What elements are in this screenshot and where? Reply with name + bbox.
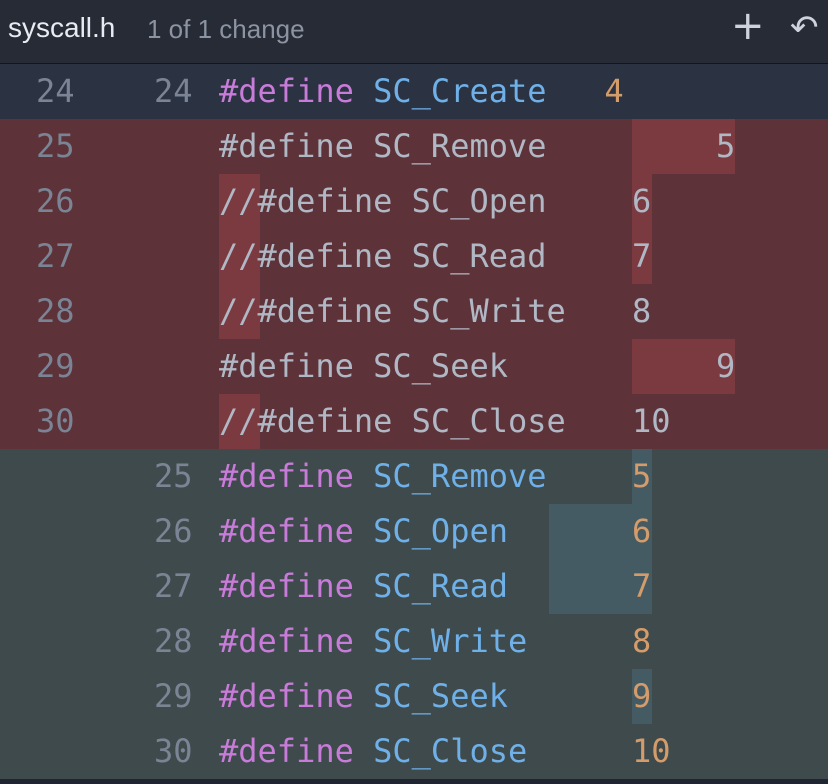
code-line: #define SC_Remove: [219, 449, 547, 504]
code-line: #define SC_Close: [219, 724, 527, 779]
added-line: 29 #define SC_Seek 9: [0, 669, 828, 724]
file-name: syscall.h: [8, 12, 116, 43]
old-line-number: 30: [36, 402, 75, 440]
removed-line: 26 //#define SC_Open 6: [0, 174, 828, 229]
value: 7: [632, 567, 652, 605]
old-line-number: 27: [36, 237, 75, 275]
new-line-number: 25: [154, 457, 193, 495]
new-line-number: 26: [154, 512, 193, 550]
value: 8: [632, 292, 652, 330]
keyword: #define: [219, 732, 354, 770]
keyword: #define: [219, 622, 354, 660]
keyword: #define: [219, 512, 354, 550]
added-line: 26 #define SC_Open 6: [0, 504, 828, 559]
new-line-number: 29: [154, 677, 193, 715]
removed-line: 29 #define SC_Seek 9: [0, 339, 828, 394]
code-line: //#define SC_Write: [219, 292, 566, 330]
code-line: #define SC_Seek: [219, 347, 508, 385]
added-line: 25 #define SC_Remove 5: [0, 449, 828, 504]
keyword: #define: [219, 677, 354, 715]
new-line-number: 30: [154, 732, 193, 770]
value: 7: [632, 237, 652, 275]
identifier: SC_Create: [373, 72, 547, 110]
old-line-number: 29: [36, 347, 75, 385]
keyword: #define: [219, 457, 354, 495]
revert-icon[interactable]: ↶: [790, 8, 819, 48]
code-line: #define SC_Remove: [219, 127, 547, 165]
identifier: SC_Close: [373, 732, 528, 770]
removed-line: 30 //#define SC_Close 10: [0, 394, 828, 449]
value: 10: [632, 402, 671, 440]
new-line-number: 28: [154, 622, 193, 660]
added-line: 30 #define SC_Close 10: [0, 724, 828, 779]
code-line: #define SC_Open: [219, 504, 508, 559]
identifier: SC_Remove: [373, 457, 547, 495]
code-line: #define SC_Read: [219, 559, 508, 614]
code-line: #define SC_Write: [219, 614, 527, 669]
identifier: SC_Write: [373, 622, 528, 660]
new-line-number: 27: [154, 567, 193, 605]
change-summary: 1 of 1 change: [147, 14, 305, 44]
diff-header: syscall.h 1 of 1 change + ↶: [0, 0, 828, 64]
value: 10: [632, 732, 671, 770]
identifier: SC_Open: [373, 512, 508, 550]
old-line-number: 25: [36, 127, 75, 165]
removed-line: 25 #define SC_Remove 5: [0, 119, 828, 174]
value: 5: [632, 457, 652, 495]
code-line: #define SC_Create 4: [219, 64, 624, 119]
old-line-number: 26: [36, 182, 75, 220]
code-line: //#define SC_Open: [219, 182, 547, 220]
plus-icon[interactable]: +: [731, 6, 765, 46]
code-line: #define SC_Seek: [219, 669, 508, 724]
value: 5: [716, 127, 736, 165]
value: 6: [632, 182, 652, 220]
code-line: //#define SC_Close: [219, 402, 566, 440]
code-line: //#define SC_Read: [219, 237, 547, 275]
context-line: 24 24 #define SC_Create 4: [0, 64, 828, 119]
keyword: #define: [219, 72, 354, 110]
keyword: #define: [219, 567, 354, 605]
diff-view: 24 24 #define SC_Create 4 25 #define SC_…: [0, 64, 828, 784]
value: 8: [632, 622, 652, 660]
identifier: SC_Seek: [373, 677, 508, 715]
removed-line: 27 //#define SC_Read 7: [0, 229, 828, 284]
identifier: SC_Read: [373, 567, 508, 605]
removed-line: 28 //#define SC_Write 8: [0, 284, 828, 339]
new-line-number: 24: [154, 72, 193, 110]
value: 4: [604, 72, 624, 110]
value: 9: [716, 347, 736, 385]
added-line: 27 #define SC_Read 7: [0, 559, 828, 614]
old-line-number: 28: [36, 292, 75, 330]
added-line: 28 #define SC_Write 8: [0, 614, 828, 669]
value: 6: [632, 512, 652, 550]
value: 9: [632, 677, 652, 715]
old-line-number: 24: [36, 72, 75, 110]
